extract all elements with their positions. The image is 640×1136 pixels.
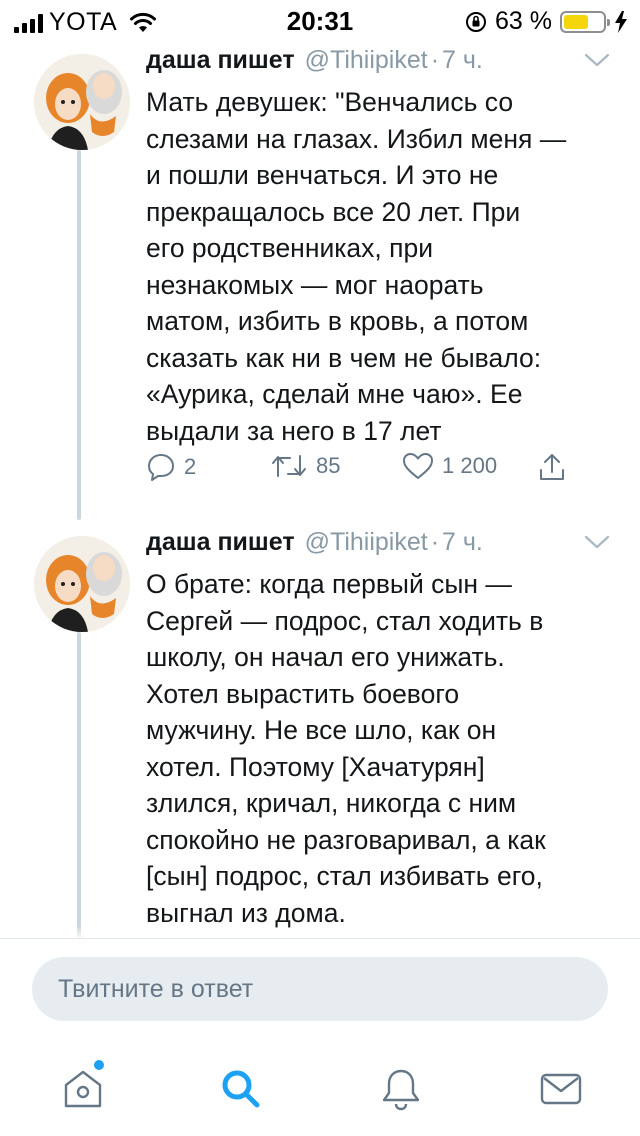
- reply-count: 2: [184, 454, 197, 479]
- retweet-count: 85: [316, 453, 341, 478]
- search-icon: [222, 1070, 260, 1108]
- status-bar: YOTA 20:31 63 %: [0, 0, 640, 40]
- orientation-lock-icon: [466, 11, 487, 32]
- tweet-text: Мать девушек: "Венчались со слезами на г…: [146, 87, 567, 446]
- home-icon: [64, 1070, 102, 1108]
- chevron-down-icon[interactable]: [584, 52, 610, 68]
- tweet-item[interactable]: даша пишет @Tihiipiket · 7 ч. Мать девуш…: [0, 40, 640, 520]
- notification-dot: [94, 1060, 104, 1070]
- tab-search[interactable]: [216, 1064, 266, 1114]
- author-handle[interactable]: @Tihiipiket: [305, 46, 428, 75]
- author-handle[interactable]: @Tihiipiket: [305, 528, 428, 557]
- tweet-text: О брате: когда первый сын — Сергей — под…: [146, 569, 546, 928]
- battery-level-fill: [564, 14, 588, 29]
- tab-messages[interactable]: [536, 1064, 586, 1114]
- battery-percent: 63 %: [495, 7, 552, 35]
- like-button[interactable]: 1 200: [402, 452, 497, 480]
- battery-icon: [560, 10, 610, 33]
- reply-icon: [148, 454, 174, 481]
- like-count: 1 200: [442, 453, 498, 478]
- header-separator: ·: [430, 528, 440, 556]
- author-name[interactable]: даша пишет: [146, 528, 295, 557]
- reply-button[interactable]: 2: [146, 452, 196, 482]
- thread-connector-line: [77, 632, 81, 942]
- tab-bar: [0, 1036, 640, 1136]
- author-name[interactable]: даша пишет: [146, 46, 295, 75]
- header-separator: ·: [430, 46, 440, 74]
- tweet-content: даша пишет @Tihiipiket · 7 ч. Мать девуш…: [146, 46, 610, 449]
- chevron-down-icon[interactable]: [584, 534, 610, 550]
- avatar-image: [34, 54, 130, 150]
- avatar[interactable]: [34, 54, 130, 150]
- share-icon: [540, 454, 564, 480]
- retweet-icon: [272, 455, 306, 477]
- reply-composer: [0, 939, 640, 1034]
- share-button[interactable]: [538, 452, 566, 482]
- tweet-content: даша пишет @Tihiipiket · 7 ч. О брате: к…: [146, 528, 610, 931]
- tweet-header: даша пишет @Tihiipiket · 7 ч.: [146, 528, 610, 564]
- reply-input[interactable]: [32, 957, 608, 1021]
- tweet-time[interactable]: 7 ч.: [442, 528, 483, 557]
- charging-bolt-icon: [615, 10, 627, 33]
- heart-icon: [403, 453, 433, 479]
- mail-icon: [540, 1073, 582, 1105]
- tweet-time[interactable]: 7 ч.: [442, 46, 483, 75]
- status-right: 63 %: [465, 7, 628, 36]
- tab-home[interactable]: [58, 1060, 108, 1114]
- avatar[interactable]: [34, 536, 130, 632]
- tweet-item[interactable]: даша пишет @Tihiipiket · 7 ч. О брате: к…: [0, 522, 640, 942]
- thread-connector-line: [77, 150, 81, 520]
- retweet-button[interactable]: 85: [270, 452, 340, 480]
- tweet-header: даша пишет @Tihiipiket · 7 ч.: [146, 46, 610, 82]
- tab-notifications[interactable]: [376, 1064, 426, 1114]
- bell-icon: [382, 1069, 420, 1111]
- avatar-image: [34, 536, 130, 632]
- tweet-actions: 2 85 1 200: [146, 452, 566, 486]
